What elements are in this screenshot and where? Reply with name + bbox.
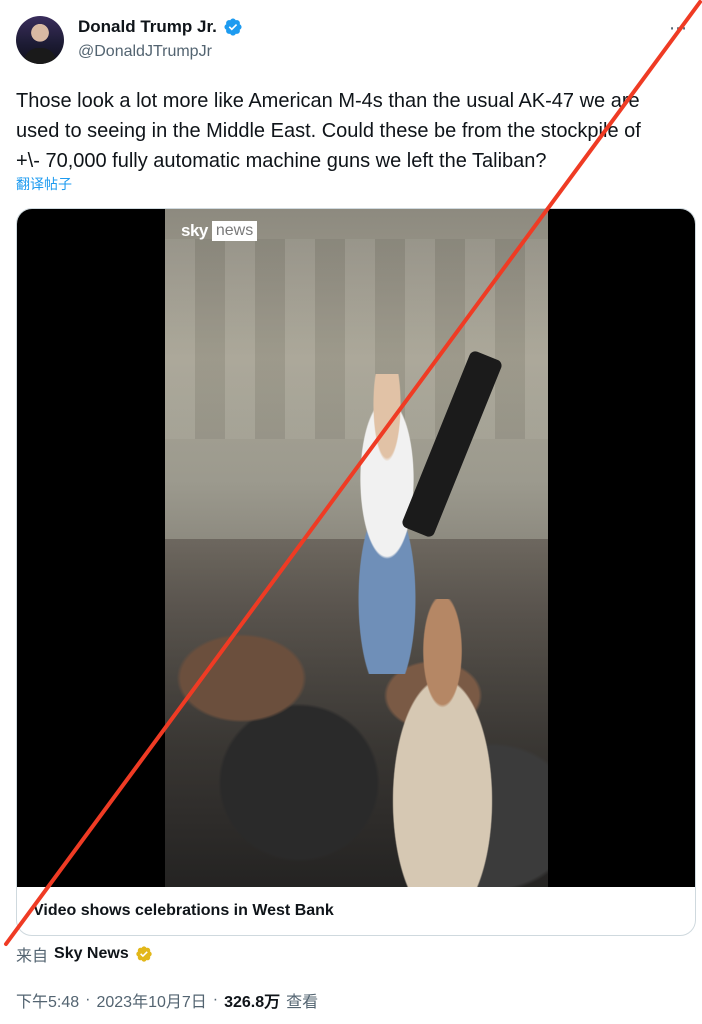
avatar[interactable] [16, 16, 64, 64]
translate-post-link[interactable]: 翻译帖子 [16, 174, 72, 194]
video-scene-man [375, 599, 525, 887]
tweet-text-line: +\- 70,000 fully automatic machine guns … [16, 150, 547, 172]
post-date[interactable]: 2023年10月7日 [96, 988, 206, 1012]
meta-separator: · [85, 991, 91, 1008]
news-logo-word: news [211, 221, 258, 241]
views-count: 326.8万 [224, 994, 281, 1011]
author-display-name[interactable]: Donald Trump Jr. [78, 17, 217, 37]
video-frame[interactable]: sky news [165, 209, 548, 887]
sky-news-logo: sky news [181, 221, 258, 241]
source-prefix: 来自 [16, 948, 49, 965]
video-player[interactable]: sky news [17, 209, 695, 887]
gold-verified-badge-icon [136, 946, 152, 962]
meta-separator: · [212, 991, 219, 1008]
source-name[interactable]: Sky News [54, 945, 129, 963]
media-card[interactable]: sky news Video shows celebrations in Wes… [16, 208, 696, 936]
post-time[interactable]: 下午5:48 [16, 988, 79, 1012]
tweet-text: Those look a lot more like American M-4s… [16, 86, 684, 176]
views-label: 查看 [286, 994, 319, 1011]
tweet-text-line: used to seeing in the Middle East. Could… [16, 120, 641, 142]
tweet-text-line: Those look a lot more like American M-4s… [16, 90, 640, 112]
author-handle[interactable]: @DonaldJTrumpJr [78, 43, 212, 61]
more-icon[interactable]: ⋯ [669, 18, 688, 39]
author-name-row[interactable]: Donald Trump Jr. [78, 17, 243, 37]
meta-row: 下午5:48 · 2023年10月7日 · 326.8万 查看 [16, 988, 318, 1012]
sky-logo-word: sky [181, 221, 208, 240]
card-caption[interactable]: Video shows celebrations in West Bank [33, 902, 334, 920]
source-row: 来自 Sky News [16, 942, 153, 966]
verified-badge-icon [224, 18, 242, 36]
